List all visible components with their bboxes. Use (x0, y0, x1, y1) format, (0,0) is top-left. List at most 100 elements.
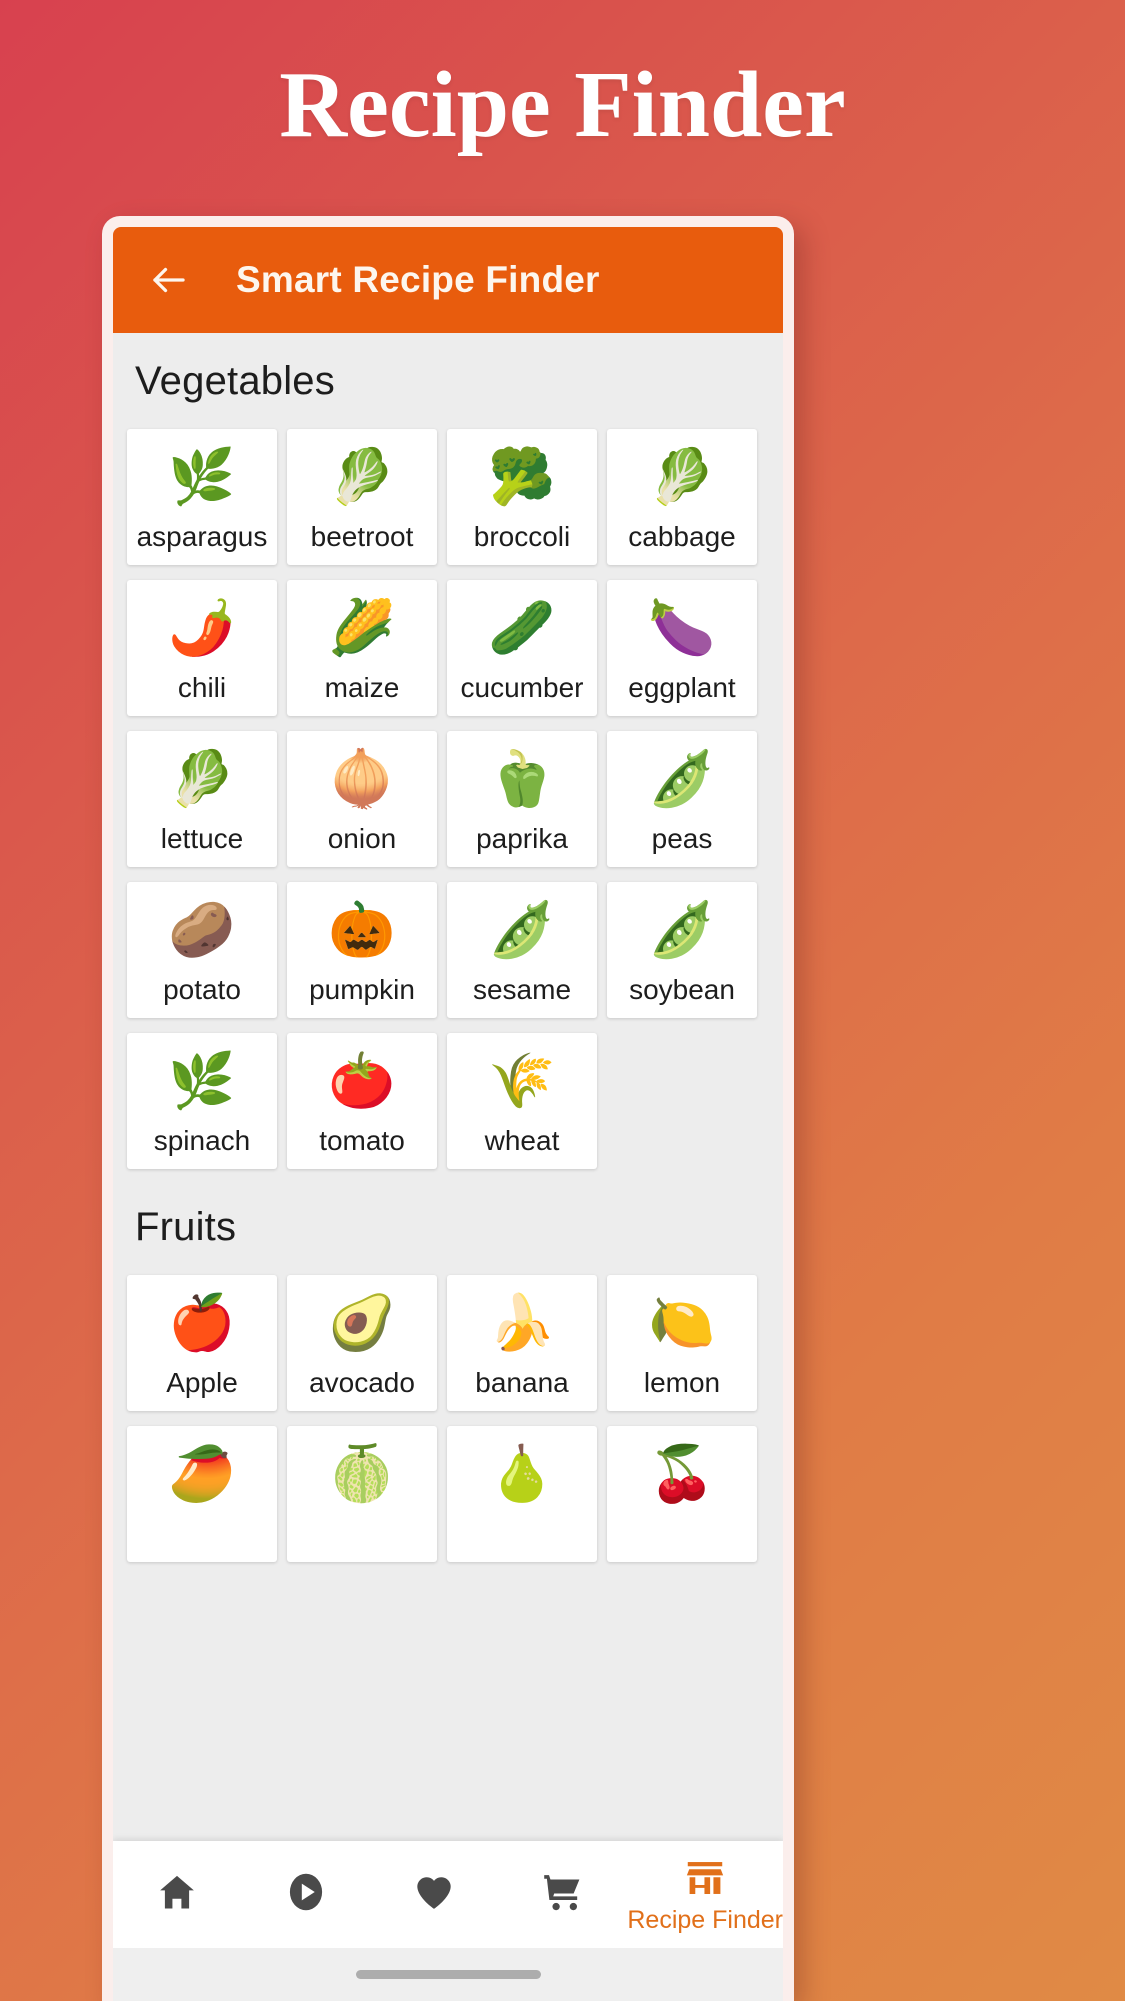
beetroot-icon: 🥬 (328, 447, 396, 507)
onion-icon: 🧅 (328, 749, 396, 809)
item-card[interactable]: 🥬 lettuce (127, 731, 277, 867)
item-card[interactable]: 🥬 cabbage (607, 429, 757, 565)
grid-fruits: 🍎 Apple 🥑 avocado 🍌 banana 🍋 lemon 🥭 🍈 🍐 🍒 (113, 1270, 783, 1572)
item-label: avocado (309, 1367, 415, 1398)
item-card[interactable]: 🍌 banana (447, 1275, 597, 1411)
app-bar: Smart Recipe Finder (113, 227, 783, 333)
grid-vegetables: 🌿 asparagus 🥬 beetroot 🥦 broccoli 🥬 cabbage … (113, 424, 783, 1179)
chili-icon: 🌶️ (168, 598, 236, 658)
item-card[interactable]: 🍋 lemon (607, 1275, 757, 1411)
banana-icon: 🍌 (488, 1293, 556, 1353)
melon-icon: 🍈 (328, 1444, 396, 1504)
home-indicator-area (113, 1948, 783, 2001)
item-label: wheat (484, 1125, 560, 1156)
lemon-icon: 🍋 (648, 1293, 716, 1353)
shopping-cart-icon (540, 1869, 586, 1915)
app-bar-title: Smart Recipe Finder (236, 259, 600, 300)
phone-screen: Smart Recipe Finder Vegetables 🌿 asparagu… (113, 227, 783, 2001)
broccoli-icon: 🥦 (488, 447, 556, 507)
item-card[interactable]: 🌽 maize (287, 580, 437, 716)
item-label: beetroot (310, 521, 414, 552)
peas-icon: 🫛 (648, 749, 716, 809)
heart-icon (412, 1869, 456, 1915)
nav-item-favorites[interactable] (370, 1841, 499, 1948)
item-card[interactable]: 🫑 paprika (447, 731, 597, 867)
nav-item-home[interactable] (113, 1841, 242, 1948)
sesame-icon: 🫛 (488, 900, 556, 960)
item-card[interactable]: 🎃 pumpkin (287, 882, 437, 1018)
lettuce-icon: 🥬 (168, 749, 236, 809)
item-card[interactable]: 🍎 Apple (127, 1275, 277, 1411)
item-card[interactable]: 🍐 (447, 1426, 597, 1562)
arrow-left-icon (148, 259, 190, 301)
back-button[interactable] (147, 258, 191, 302)
item-card[interactable]: 🍆 eggplant (607, 580, 757, 716)
item-card[interactable]: 🌾 wheat (447, 1033, 597, 1169)
bottom-navigation-bar: Recipe Finder (113, 1841, 783, 1948)
soybean-icon: 🫛 (648, 900, 716, 960)
item-card[interactable]: 🥔 potato (127, 882, 277, 1018)
tomato-icon: 🍅 (328, 1051, 396, 1111)
item-label: cabbage (628, 521, 736, 552)
store-icon (683, 1855, 727, 1901)
item-label: lettuce (160, 823, 244, 854)
asparagus-icon: 🌿 (168, 447, 236, 507)
play-circle-icon (285, 1869, 327, 1915)
item-card[interactable]: 🌿 asparagus (127, 429, 277, 565)
home-indicator[interactable] (355, 1970, 541, 1979)
item-card[interactable]: 🍅 tomato (287, 1033, 437, 1169)
maize-icon: 🌽 (328, 598, 396, 658)
item-card[interactable]: 🫛 soybean (607, 882, 757, 1018)
phone-frame: Smart Recipe Finder Vegetables 🌿 asparagu… (102, 216, 794, 2001)
section-header-fruits: Fruits (135, 1205, 237, 1249)
mango-icon: 🥭 (168, 1444, 236, 1504)
item-label: sesame (472, 974, 572, 1005)
item-label: banana (475, 1367, 569, 1398)
item-card[interactable]: 🧅 onion (287, 731, 437, 867)
item-label: Apple (166, 1367, 238, 1398)
item-card[interactable]: 🥦 broccoli (447, 429, 597, 565)
item-label: spinach (153, 1125, 251, 1156)
page-title: Recipe Finder (279, 53, 846, 157)
nav-label: Recipe Finder (627, 1905, 783, 1934)
item-card[interactable]: 🍒 (607, 1426, 757, 1562)
item-card[interactable]: 🥒 cucumber (447, 580, 597, 716)
cherry-icon: 🍒 (648, 1444, 716, 1504)
cabbage-icon: 🥬 (648, 447, 716, 507)
item-label: chili (177, 672, 227, 703)
item-label: soybean (629, 974, 735, 1005)
item-card[interactable]: 🍈 (287, 1426, 437, 1562)
cucumber-icon: 🥒 (488, 598, 556, 658)
avocado-icon: 🥑 (328, 1293, 396, 1353)
item-label: paprika (476, 823, 568, 854)
item-label: pumpkin (309, 974, 415, 1005)
nav-item-play[interactable] (242, 1841, 371, 1948)
item-label: onion (327, 823, 397, 854)
item-card[interactable]: 🌶️ chili (127, 580, 277, 716)
section-header-vegetables: Vegetables (135, 359, 335, 403)
home-icon (155, 1869, 199, 1915)
item-label: broccoli (473, 521, 571, 552)
nav-item-cart[interactable] (499, 1841, 628, 1948)
content-scroll-area[interactable]: Vegetables 🌿 asparagus 🥬 beetroot 🥦 broccol… (113, 333, 783, 1895)
item-card[interactable]: 🥭 (127, 1426, 277, 1562)
wheat-icon: 🌾 (488, 1051, 556, 1111)
item-card[interactable]: 🫛 sesame (447, 882, 597, 1018)
item-label: asparagus (136, 521, 268, 552)
potato-icon: 🥔 (168, 900, 236, 960)
item-label: eggplant (628, 672, 736, 703)
item-card[interactable]: 🥑 avocado (287, 1275, 437, 1411)
item-card[interactable]: 🫛 peas (607, 731, 757, 867)
apple-icon: 🍎 (168, 1293, 236, 1353)
item-label: maize (324, 672, 400, 703)
item-label: cucumber (460, 672, 584, 703)
nav-item-recipe-finder[interactable]: Recipe Finder (627, 1841, 783, 1948)
item-label: potato (163, 974, 241, 1005)
item-card[interactable]: 🌿 spinach (127, 1033, 277, 1169)
item-label: tomato (319, 1125, 405, 1156)
eggplant-icon: 🍆 (648, 598, 716, 658)
paprika-icon: 🫑 (488, 749, 556, 809)
spinach-icon: 🌿 (168, 1051, 236, 1111)
item-card[interactable]: 🥬 beetroot (287, 429, 437, 565)
item-label: lemon (643, 1367, 721, 1398)
